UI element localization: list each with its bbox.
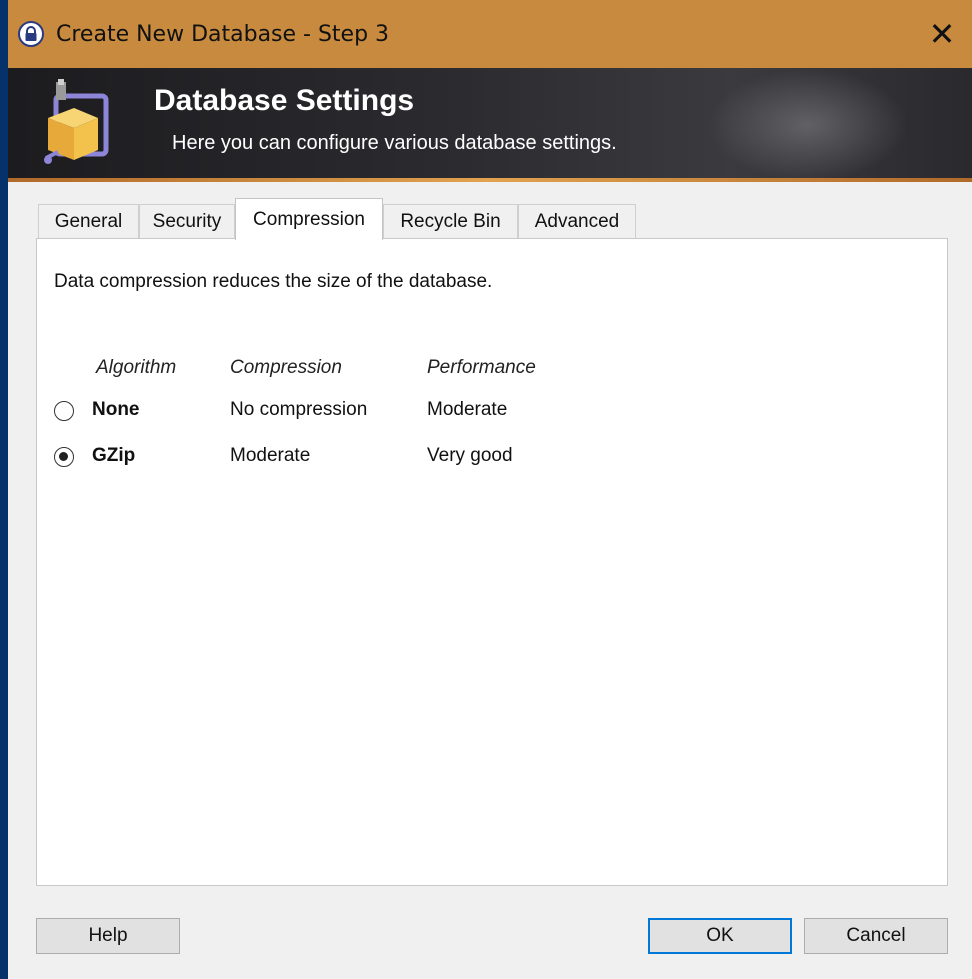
header-banner: Database Settings Here you can configure… bbox=[8, 68, 972, 182]
compression-panel: Data compression reduces the size of the… bbox=[36, 238, 948, 886]
compression-description: Data compression reduces the size of the… bbox=[54, 271, 493, 292]
tab-compression[interactable]: Compression bbox=[235, 198, 383, 240]
help-button[interactable]: Help bbox=[36, 918, 180, 954]
option-gzip-label[interactable]: GZip bbox=[92, 445, 135, 467]
close-button[interactable]: ✕ bbox=[912, 0, 972, 68]
option-none-performance: Moderate bbox=[427, 399, 508, 420]
radio-none[interactable] bbox=[54, 401, 74, 421]
banner-subtitle: Here you can configure various database … bbox=[172, 132, 617, 154]
ok-button[interactable]: OK bbox=[648, 918, 792, 954]
lock-icon bbox=[18, 21, 44, 47]
banner-decoration bbox=[708, 68, 908, 182]
option-none-compression: No compression bbox=[230, 399, 368, 420]
banner-title: Database Settings bbox=[154, 84, 415, 117]
radio-gzip[interactable] bbox=[54, 447, 74, 467]
tab-general[interactable]: General bbox=[38, 204, 139, 238]
header-performance: Performance bbox=[427, 357, 536, 378]
tab-recycle-bin[interactable]: Recycle Bin bbox=[383, 204, 518, 238]
option-gzip-compression: Moderate bbox=[230, 445, 311, 466]
database-settings-icon bbox=[44, 79, 109, 164]
cancel-button[interactable]: Cancel bbox=[804, 918, 948, 954]
header-algorithm: Algorithm bbox=[96, 357, 177, 378]
title-bar: Create New Database - Step 3 ✕ bbox=[8, 0, 972, 68]
tab-security[interactable]: Security bbox=[139, 204, 235, 238]
close-icon: ✕ bbox=[928, 15, 956, 53]
window-title: Create New Database - Step 3 bbox=[56, 21, 390, 47]
dialog-window: Create New Database - Step 3 ✕ Database … bbox=[8, 0, 972, 979]
header-compression: Compression bbox=[230, 357, 342, 378]
tab-advanced[interactable]: Advanced bbox=[518, 204, 636, 238]
banner-divider bbox=[8, 178, 972, 182]
option-gzip-performance: Very good bbox=[427, 445, 513, 466]
option-none-label[interactable]: None bbox=[92, 399, 140, 421]
